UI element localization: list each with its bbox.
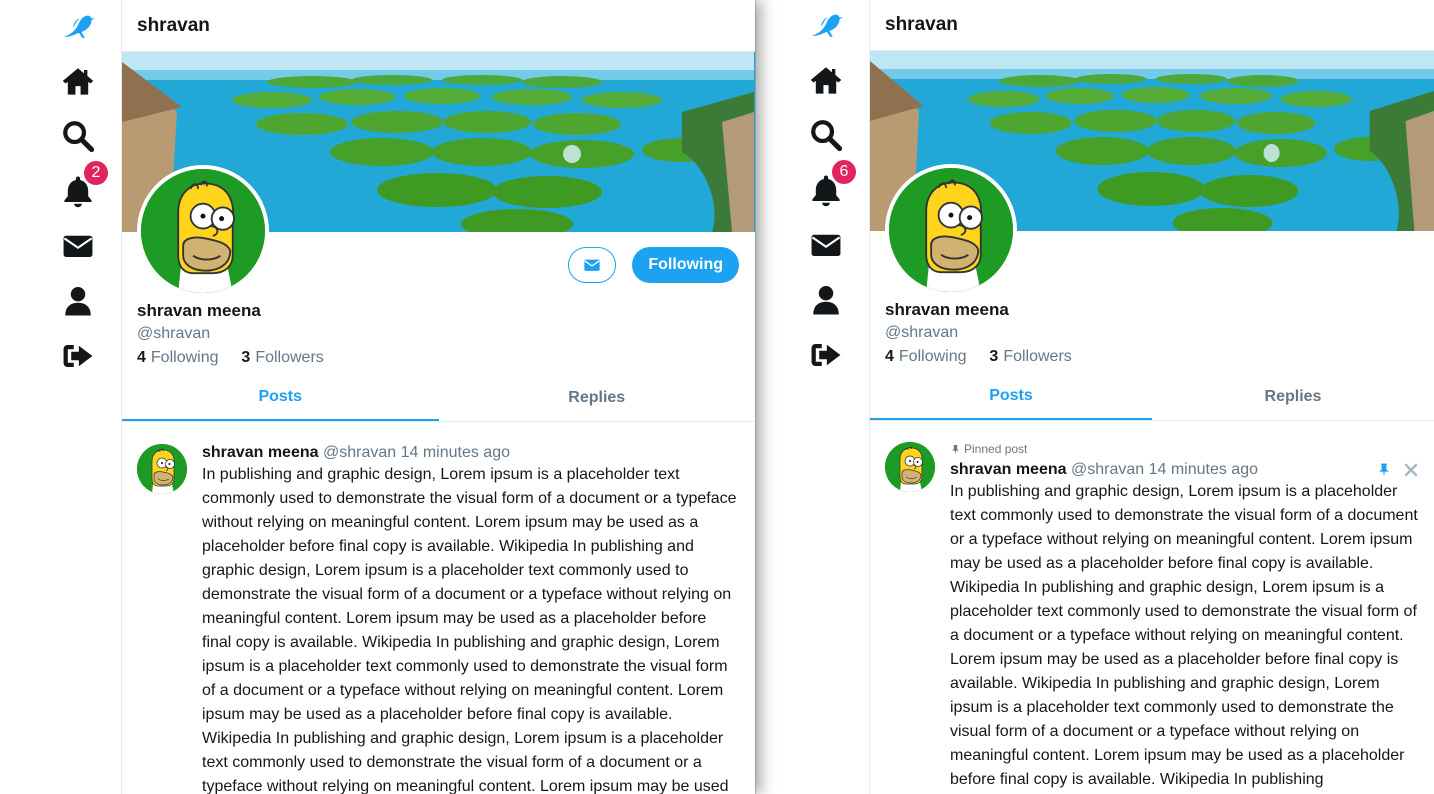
- profile-name: shravan meena: [137, 301, 261, 320]
- home-icon[interactable]: [58, 61, 98, 101]
- envelope-icon: [584, 259, 600, 271]
- profile-avatar[interactable]: [137, 165, 269, 297]
- post-tools: [1376, 462, 1418, 478]
- pinned-label: Pinned post: [964, 442, 1028, 456]
- post-handle: @shravan: [322, 444, 397, 461]
- user-icon[interactable]: [58, 281, 98, 321]
- sidebar: 2: [0, 0, 122, 794]
- following-link[interactable]: 4 Following: [885, 348, 967, 365]
- profile-stats: 4 Following 3 Followers: [137, 349, 324, 367]
- bird-logo-icon[interactable]: [806, 5, 846, 45]
- notification-badge: 6: [832, 160, 856, 184]
- post-text: In publishing and graphic design, Lorem …: [202, 466, 737, 794]
- pin-icon: [950, 444, 961, 455]
- followers-count: 3: [989, 348, 999, 365]
- post-meta: shravan meena @shravan 14 minutes ago: [202, 444, 737, 462]
- page-title: shravan: [122, 0, 755, 52]
- left-profile-window: 2 shravan Following shravan meena @shrav…: [0, 0, 755, 794]
- profile-handle: @shravan: [885, 324, 959, 341]
- profile-actions: Following: [568, 247, 739, 283]
- sign-out-icon[interactable]: [58, 336, 98, 376]
- following-label: Following: [150, 349, 219, 366]
- post-text: In publishing and graphic design, Lorem …: [950, 483, 1418, 788]
- post-body: Pinned post shravan meena @shravan 14 mi…: [950, 442, 1418, 792]
- post-author[interactable]: shravan meena: [202, 444, 319, 461]
- bird-logo-icon[interactable]: [58, 6, 98, 46]
- post-meta: shravan meena @shravan 14 minutes ago: [950, 461, 1418, 479]
- post-avatar[interactable]: [137, 444, 187, 494]
- profile-tabs: Posts Replies: [870, 373, 1434, 421]
- profile-main: shravan shravan meena @shravan 4 Followin…: [870, 0, 1434, 794]
- sign-out-icon[interactable]: [806, 335, 846, 375]
- pinned-indicator: Pinned post: [950, 442, 1418, 456]
- post-handle: @shravan: [1070, 461, 1145, 478]
- bell-icon[interactable]: 6: [806, 160, 856, 210]
- notification-badge: 2: [84, 161, 108, 185]
- profile-avatar[interactable]: [885, 164, 1017, 296]
- page-title: shravan: [870, 0, 1434, 51]
- post-body: shravan meena @shravan 14 minutes ago In…: [202, 444, 737, 794]
- post-time: 14 minutes ago: [400, 444, 510, 461]
- envelope-icon[interactable]: [58, 226, 98, 266]
- post-author[interactable]: shravan meena: [950, 461, 1067, 478]
- pin-icon[interactable]: [1376, 462, 1392, 478]
- following-label: Following: [898, 348, 967, 365]
- search-icon[interactable]: [806, 115, 846, 155]
- right-profile-window: 6 shravan shravan meena @shravan 4 Follow…: [755, 0, 1434, 794]
- following-count: 4: [137, 349, 146, 366]
- tab-replies[interactable]: Replies: [439, 374, 756, 421]
- tab-posts[interactable]: Posts: [122, 374, 439, 421]
- post-time: 14 minutes ago: [1148, 461, 1258, 478]
- envelope-icon[interactable]: [806, 225, 846, 265]
- profile-main: shravan Following shravan meena @shravan…: [122, 0, 755, 794]
- followers-link[interactable]: 3 Followers: [989, 348, 1071, 365]
- search-icon[interactable]: [58, 116, 98, 156]
- followers-link[interactable]: 3 Followers: [241, 349, 323, 366]
- following-button[interactable]: Following: [632, 247, 739, 283]
- followers-count: 3: [241, 349, 251, 366]
- profile-handle: @shravan: [137, 325, 211, 342]
- following-link[interactable]: 4 Following: [137, 349, 219, 366]
- followers-label: Followers: [255, 349, 324, 366]
- post-avatar[interactable]: [885, 442, 935, 492]
- tab-posts[interactable]: Posts: [870, 373, 1152, 420]
- sidebar: 6: [756, 0, 870, 794]
- followers-label: Followers: [1003, 348, 1072, 365]
- close-icon[interactable]: [1404, 463, 1418, 477]
- following-count: 4: [885, 348, 894, 365]
- message-button[interactable]: [568, 247, 617, 283]
- tab-replies[interactable]: Replies: [1152, 373, 1434, 420]
- profile-stats: 4 Following 3 Followers: [885, 348, 1072, 366]
- profile-name: shravan meena: [885, 300, 1009, 319]
- bell-icon[interactable]: 2: [58, 161, 108, 211]
- profile-tabs: Posts Replies: [122, 374, 755, 422]
- user-icon[interactable]: [806, 280, 846, 320]
- home-icon[interactable]: [806, 60, 846, 100]
